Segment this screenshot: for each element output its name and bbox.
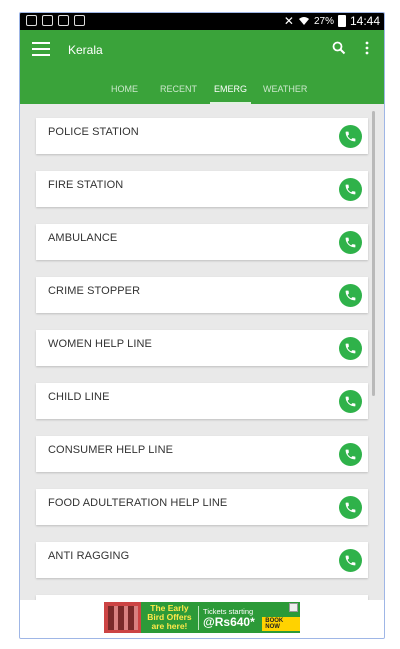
ad-banner-area: The Early Bird Offers are here! Tickets … (20, 600, 384, 638)
status-bar: ✕ 27% 14:44 (20, 13, 384, 30)
tab-label: EMERG (214, 84, 248, 94)
ad-book-now-button[interactable]: BOOK NOW (262, 617, 300, 631)
menu-icon[interactable] (32, 42, 50, 56)
list-item[interactable]: CRIME STOPPER (36, 277, 368, 313)
ad-close-icon[interactable] (289, 603, 298, 612)
phone-icon (345, 290, 356, 301)
phone-icon (345, 396, 356, 407)
phone-icon (345, 237, 356, 248)
call-button[interactable] (339, 496, 362, 519)
phone-icon (345, 131, 356, 142)
mute-icon: ✕ (283, 14, 294, 28)
item-label: CHILD LINE (48, 391, 110, 403)
notification-icon (58, 15, 69, 26)
notification-icon (26, 15, 37, 26)
emergency-list[interactable]: POLICE STATION FIRE STATION AMBULANCE CR… (20, 104, 384, 600)
item-label: FIRE STATION (48, 179, 124, 191)
item-label: AMBULANCE (48, 232, 118, 244)
app-bar: Kerala HOME RECENT EMERG WEATHER (20, 30, 384, 104)
list-item[interactable]: ANTI RAGGING (36, 542, 368, 578)
ad-price: @Rs640* (203, 615, 255, 629)
tab-recent[interactable]: RECENT (160, 82, 197, 104)
list-item[interactable]: WOMEN HELP LINE (36, 330, 368, 366)
phone-icon (345, 555, 356, 566)
item-label: ANTI RAGGING (48, 550, 130, 562)
tab-emerg[interactable]: EMERG (210, 82, 252, 104)
tab-label: HOME (111, 84, 138, 94)
ad-cta-area: BOOK NOW (261, 602, 300, 633)
battery-icon (337, 15, 346, 27)
ad-banner[interactable]: The Early Bird Offers are here! Tickets … (104, 602, 300, 633)
list-item[interactable]: FIRE STATION (36, 171, 368, 207)
tab-label: RECENT (160, 84, 198, 94)
phone-icon (345, 343, 356, 354)
item-label: CRIME STOPPER (48, 285, 141, 297)
item-label: WOMEN HELP LINE (48, 338, 152, 350)
list-item[interactable]: FOOD ADULTERATION HELP LINE (36, 489, 368, 525)
tab-label: WEATHER (263, 84, 308, 94)
call-button[interactable] (339, 284, 362, 307)
ad-offer: Tickets starting @Rs640* (199, 607, 261, 628)
call-button[interactable] (339, 390, 362, 413)
list-item[interactable]: CHILD LINE (36, 383, 368, 419)
call-button[interactable] (339, 178, 362, 201)
call-button[interactable] (339, 231, 362, 254)
notification-icons (26, 15, 85, 26)
notification-icon (74, 15, 85, 26)
item-label: CONSUMER HELP LINE (48, 444, 174, 456)
scrollbar[interactable] (372, 111, 375, 396)
item-label: FOOD ADULTERATION HELP LINE (48, 497, 228, 509)
phone-icon (345, 184, 356, 195)
tab-bar: HOME RECENT EMERG WEATHER (20, 82, 384, 104)
tab-weather[interactable]: WEATHER (263, 82, 307, 104)
app-title: Kerala (68, 43, 103, 57)
status-indicators: ✕ 27% 14:44 (284, 14, 380, 28)
wifi-icon (298, 17, 309, 25)
ad-image (104, 602, 141, 633)
search-icon[interactable] (332, 41, 346, 55)
more-vert-icon[interactable] (365, 41, 369, 55)
tab-home[interactable]: HOME (111, 82, 138, 104)
call-button[interactable] (339, 337, 362, 360)
call-button[interactable] (339, 549, 362, 572)
list-item[interactable]: AMBULANCE (36, 224, 368, 260)
list-item[interactable]: CONSUMER HELP LINE (36, 436, 368, 472)
phone-icon (345, 502, 356, 513)
battery-percent: 27% (313, 15, 334, 27)
phone-screen: ✕ 27% 14:44 Kerala HOME RECENT EMERG WEA… (19, 12, 385, 639)
item-label: POLICE STATION (48, 126, 139, 138)
call-button[interactable] (339, 125, 362, 148)
notification-icon (42, 15, 53, 26)
call-button[interactable] (339, 443, 362, 466)
clock: 14:44 (349, 14, 380, 28)
ad-headline: The Early Bird Offers are here! (147, 603, 192, 631)
list-item[interactable]: POLICE STATION (36, 118, 368, 154)
phone-icon (345, 449, 356, 460)
